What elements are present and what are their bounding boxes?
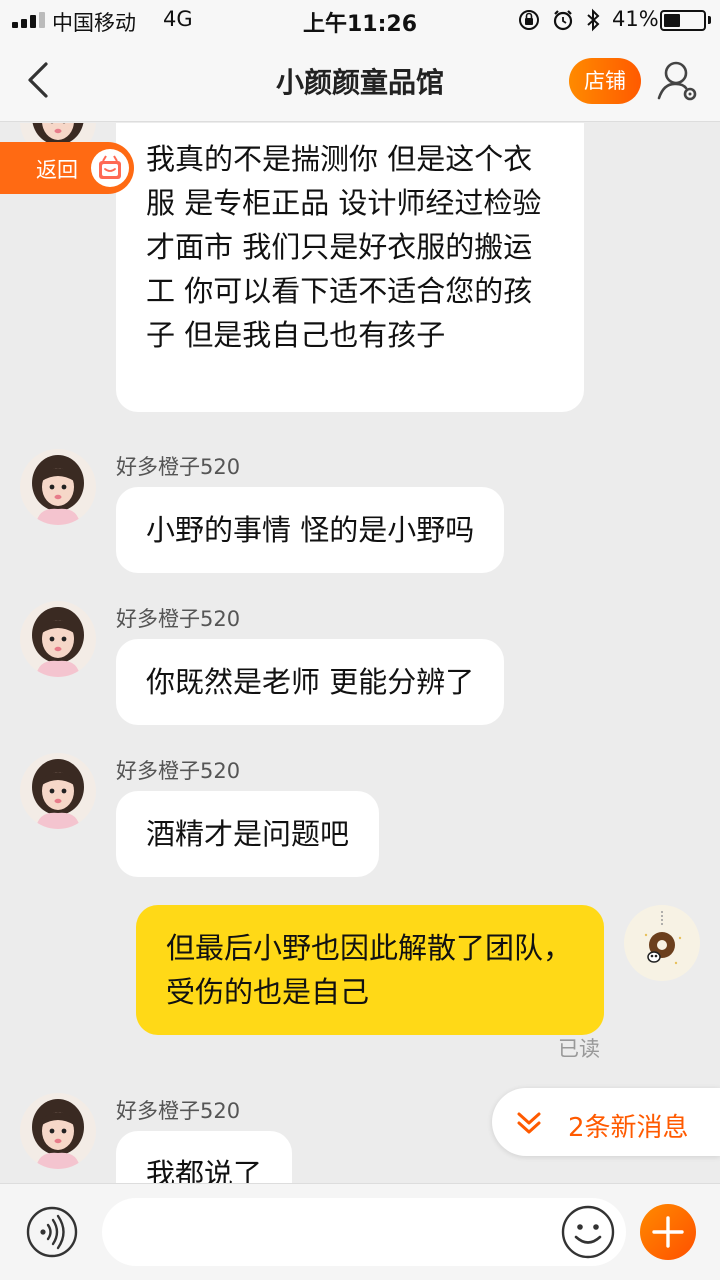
sender-name: 好多橙子520 [116, 455, 241, 479]
nav-bar: 小颜颜童品馆 店铺 [0, 40, 720, 122]
double-chevron-down-icon [517, 1112, 541, 1134]
message-bubble-incoming[interactable]: 我真的不是揣测你 但是这个衣服 是专柜正品 设计师经过检验才面市 我们只是好衣服… [116, 123, 584, 412]
message-input[interactable] [102, 1198, 626, 1266]
battery-tip [708, 16, 711, 24]
self-avatar[interactable] [624, 905, 700, 981]
person-settings-icon[interactable] [656, 58, 700, 104]
read-receipt: 已读 [558, 1037, 600, 1061]
message-bubble-incoming[interactable]: 我都说了 [116, 1131, 293, 1183]
girl-avatar-icon [20, 753, 96, 829]
message-bubble-outgoing[interactable]: 但最后小野也因此解散了团队，受伤的也是自己 [136, 905, 604, 1035]
plus-icon [652, 1216, 684, 1248]
sender-name: 好多橙子520 [116, 759, 241, 783]
alarm-icon [553, 10, 573, 31]
message-bubble-incoming[interactable]: 小野的事情 怪的是小野吗 [116, 487, 505, 573]
emoji-icon[interactable] [560, 1204, 616, 1260]
battery-icon [660, 10, 706, 31]
girl-avatar-icon [20, 601, 96, 677]
orientation-lock-icon [519, 10, 539, 30]
bluetooth-icon [587, 8, 600, 32]
sender-name: 好多橙子520 [116, 1099, 241, 1123]
message-bubble-incoming[interactable]: 酒精才是问题吧 [116, 791, 380, 877]
battery-percent: 41% [612, 7, 659, 31]
sender-name: 好多橙子520 [116, 607, 241, 631]
new-messages-banner[interactable]: 2条新消息 [492, 1088, 720, 1156]
input-bar [0, 1183, 720, 1280]
new-messages-label: 2条新消息 [568, 1113, 689, 1143]
battery-fill [664, 14, 680, 27]
girl-avatar-icon [20, 1093, 96, 1169]
avatar[interactable] [20, 753, 96, 829]
avatar[interactable] [20, 449, 96, 525]
gift-box-icon [91, 149, 129, 187]
status-icons [519, 8, 600, 32]
message-bubble-incoming[interactable]: 你既然是老师 更能分辨了 [116, 639, 505, 725]
chat-area[interactable]: 我真的不是揣测你 但是这个衣服 是专柜正品 设计师经过检验才面市 我们只是好衣服… [0, 123, 720, 1183]
voice-icon[interactable] [26, 1206, 78, 1258]
donut-avatar-icon [644, 911, 682, 965]
return-label: 返回 [36, 158, 78, 182]
shop-button[interactable]: 店铺 [569, 58, 641, 104]
return-button[interactable]: 返回 [0, 142, 134, 194]
add-button[interactable] [640, 1204, 696, 1260]
girl-avatar-icon [20, 449, 96, 525]
avatar[interactable] [20, 601, 96, 677]
status-bar: 中国移动 4G 上午11:26 41% [0, 0, 720, 40]
chevron-left-icon[interactable] [20, 58, 56, 102]
avatar[interactable] [20, 1093, 96, 1169]
